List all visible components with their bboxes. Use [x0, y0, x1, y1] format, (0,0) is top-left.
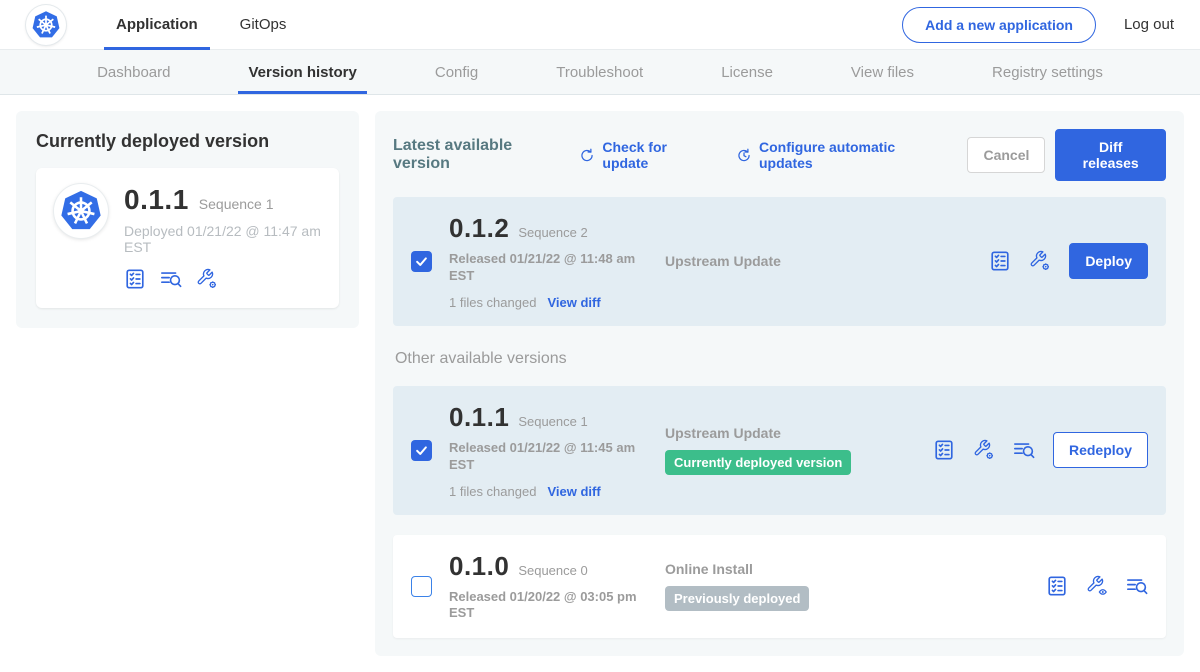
previously-deployed-badge: Previously deployed — [665, 586, 809, 611]
currently-deployed-badge: Currently deployed version — [665, 450, 851, 475]
subnav-tab-version-history[interactable]: Version history — [242, 50, 362, 94]
row-icons — [1046, 575, 1148, 597]
deployed-timestamp: Deployed 01/21/22 @ 11:47 am EST — [124, 223, 321, 255]
version-sequence: Sequence 1 — [518, 414, 587, 429]
version-info: 0.1.1 Sequence 1 Released 01/21/22 @ 11:… — [449, 402, 661, 499]
subnav-tab-view-files[interactable]: View files — [845, 50, 920, 94]
subnav-tab-view-files-label: View files — [851, 64, 914, 81]
tab-application[interactable]: Application — [104, 0, 210, 50]
currently-deployed-title: Currently deployed version — [36, 131, 339, 152]
redeploy-button[interactable]: Redeploy — [1053, 432, 1148, 468]
subnav-tab-version-history-label: Version history — [248, 64, 356, 81]
logout-link[interactable]: Log out — [1124, 16, 1174, 33]
checkmark-icon — [414, 443, 429, 458]
released-timestamp: Released 01/20/22 @ 03:05 pm EST — [449, 589, 641, 623]
kubernetes-logo — [26, 5, 66, 45]
row-icons — [989, 250, 1051, 272]
subnav-tab-license-label: License — [721, 64, 773, 81]
preflight-checklist-icon[interactable] — [1046, 575, 1068, 597]
view-config-wrench-eye-icon[interactable] — [1086, 575, 1108, 597]
subnav-tab-registry-settings[interactable]: Registry settings — [986, 50, 1109, 94]
version-info: 0.1.0 Sequence 0 Released 01/20/22 @ 03:… — [449, 551, 661, 623]
subnav-tab-troubleshoot[interactable]: Troubleshoot — [550, 50, 649, 94]
check-for-update-link[interactable]: Check for update — [579, 139, 710, 171]
version-checkbox[interactable] — [411, 576, 432, 597]
check-for-update-label: Check for update — [602, 139, 710, 171]
kubernetes-helm-icon — [59, 189, 103, 233]
auto-update-clock-icon — [736, 147, 752, 164]
row-icons — [933, 439, 1035, 461]
edit-config-wrench-gear-icon[interactable] — [973, 439, 995, 461]
version-source: Online Install Previously deployed — [665, 561, 933, 611]
version-source: Upstream Update Currently deployed versi… — [665, 425, 933, 475]
version-number: 0.1.0 — [449, 551, 509, 582]
checkmark-icon — [414, 254, 429, 269]
refresh-icon — [579, 147, 595, 164]
source-label: Upstream Update — [665, 253, 933, 269]
main-content: Currently deployed version 0.1.1 Sequenc… — [0, 95, 1200, 672]
latest-available-title: Latest available version — [393, 137, 563, 173]
updates-header: Latest available version Check for updat… — [393, 129, 1166, 181]
deployed-version-info: 0.1.1 Sequence 1 Deployed 01/21/22 @ 11:… — [124, 184, 321, 290]
subnav-tab-config[interactable]: Config — [429, 50, 484, 94]
tab-gitops-label: GitOps — [240, 16, 287, 33]
source-label: Upstream Update — [665, 425, 933, 441]
deploy-logs-icon[interactable] — [160, 268, 182, 290]
deployed-version-number: 0.1.1 — [124, 184, 189, 216]
app-logo — [54, 184, 108, 238]
version-sequence: Sequence 2 — [518, 225, 587, 240]
version-checkbox[interactable] — [411, 251, 432, 272]
edit-config-wrench-gear-icon[interactable] — [196, 268, 218, 290]
preflight-checklist-icon[interactable] — [124, 268, 146, 290]
subnav-tab-registry-settings-label: Registry settings — [992, 64, 1103, 81]
subnav-tab-dashboard[interactable]: Dashboard — [91, 50, 176, 94]
deploy-logs-icon[interactable] — [1126, 575, 1148, 597]
deployed-version-card: 0.1.1 Sequence 1 Deployed 01/21/22 @ 11:… — [36, 168, 339, 308]
view-diff-link[interactable]: View diff — [547, 295, 600, 310]
version-sequence: Sequence 0 — [518, 563, 587, 578]
diff-releases-button[interactable]: Diff releases — [1055, 129, 1166, 181]
deploy-button[interactable]: Deploy — [1069, 243, 1148, 279]
app-sub-nav: Dashboard Version history Config Trouble… — [0, 50, 1200, 95]
tab-application-label: Application — [116, 16, 198, 33]
view-diff-link[interactable]: View diff — [547, 484, 600, 499]
cancel-button[interactable]: Cancel — [967, 137, 1045, 173]
version-number: 0.1.2 — [449, 213, 509, 244]
files-changed: 1 files changed — [449, 484, 536, 499]
version-row-0-1-0: 0.1.0 Sequence 0 Released 01/20/22 @ 03:… — [393, 535, 1166, 639]
released-timestamp: Released 01/21/22 @ 11:45 am EST — [449, 440, 641, 474]
subnav-tab-troubleshoot-label: Troubleshoot — [556, 64, 643, 81]
version-checkbox[interactable] — [411, 440, 432, 461]
subnav-tab-license[interactable]: License — [715, 50, 779, 94]
preflight-checklist-icon[interactable] — [933, 439, 955, 461]
kubernetes-helm-icon — [31, 10, 61, 40]
add-new-application-button[interactable]: Add a new application — [902, 7, 1096, 43]
version-number: 0.1.1 — [449, 402, 509, 433]
tab-gitops[interactable]: GitOps — [228, 0, 299, 50]
version-row-0-1-1: 0.1.1 Sequence 1 Released 01/21/22 @ 11:… — [393, 386, 1166, 515]
available-versions-panel: Latest available version Check for updat… — [375, 111, 1184, 656]
version-source: Upstream Update — [665, 253, 933, 269]
subnav-tab-dashboard-label: Dashboard — [97, 64, 170, 81]
version-row-0-1-2: 0.1.2 Sequence 2 Released 01/21/22 @ 11:… — [393, 197, 1166, 326]
released-timestamp: Released 01/21/22 @ 11:48 am EST — [449, 251, 641, 285]
subnav-tab-config-label: Config — [435, 64, 478, 81]
configure-automatic-updates-link[interactable]: Configure automatic updates — [736, 139, 941, 171]
deploy-logs-icon[interactable] — [1013, 439, 1035, 461]
other-versions-label: Other available versions — [395, 350, 1164, 368]
source-label: Online Install — [665, 561, 933, 577]
currently-deployed-panel: Currently deployed version 0.1.1 Sequenc… — [16, 111, 359, 328]
version-info: 0.1.2 Sequence 2 Released 01/21/22 @ 11:… — [449, 213, 661, 310]
top-nav: Application GitOps Add a new application… — [0, 0, 1200, 50]
files-changed: 1 files changed — [449, 295, 536, 310]
preflight-checklist-icon[interactable] — [989, 250, 1011, 272]
edit-config-wrench-gear-icon[interactable] — [1029, 250, 1051, 272]
deployed-sequence: Sequence 1 — [199, 196, 274, 212]
configure-automatic-updates-label: Configure automatic updates — [759, 139, 941, 171]
